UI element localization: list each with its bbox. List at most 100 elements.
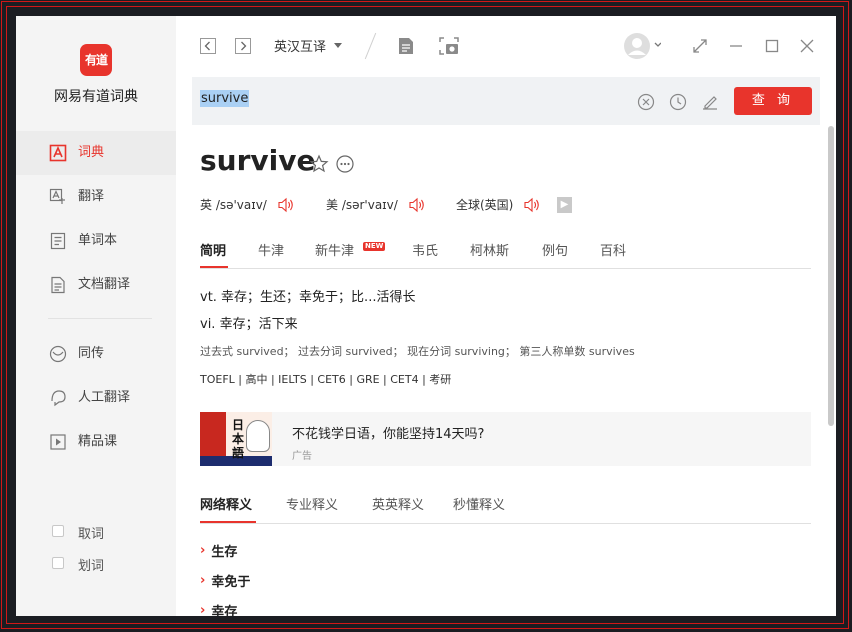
back-button[interactable] (200, 38, 216, 54)
select-word-checkbox[interactable] (52, 557, 64, 569)
tab-webster[interactable]: 韦氏 (412, 240, 438, 259)
pronunciation-global-label: 全球(英国) (456, 198, 514, 212)
pronunciation-us: 美 /sər'vaɪv/ (326, 196, 426, 213)
sidebar-item-course[interactable]: 精品课 (16, 420, 176, 464)
speaker-icon[interactable] (408, 197, 426, 213)
tab-new-oxford[interactable]: 新牛津 (315, 240, 354, 259)
sidebar-item-dictionary[interactable]: 词典 (16, 131, 176, 175)
wordbook-icon (49, 232, 67, 250)
pronunciation-us-label: 美 /sər'vaɪv/ (326, 198, 398, 212)
history-button[interactable] (669, 93, 687, 111)
sidebar-item-label: 文档翻译 (78, 277, 131, 292)
app-name: 网易有道词典 (54, 89, 138, 105)
ad-image: 日本語 (200, 412, 272, 466)
sidebar: 有道 网易有道词典 词典 翻译 单词本 文档翻译 同传 人工翻译 精品课 取词 … (16, 16, 176, 616)
app-logo[interactable]: 有道 (80, 44, 112, 76)
pronunciation-uk-label: 英 /sə'vaɪv/ (200, 198, 267, 212)
definition-vi: vi. 幸存；活下来 (200, 317, 298, 332)
sidebar-item-label: 同传 (78, 346, 105, 361)
sidebar-item-label: 人工翻译 (78, 390, 131, 405)
more-options-icon[interactable] (335, 154, 355, 174)
tab-collins[interactable]: 柯林斯 (470, 240, 509, 259)
select-word-label: 划词 (78, 559, 105, 574)
sidebar-item-label: 单词本 (78, 233, 118, 248)
sidebar-divider (48, 318, 152, 319)
sidebar-item-label: 词典 (78, 145, 105, 160)
definition-source-tabs: 网络释义 专业释义 英英释义 秒懂释义 (200, 492, 811, 524)
chevron-right-icon: › (200, 603, 206, 616)
sidebar-item-label: 翻译 (78, 189, 105, 204)
new-badge: NEW (363, 242, 386, 251)
sidebar-item-simultaneous[interactable]: 同传 (16, 332, 176, 376)
minimize-button[interactable] (728, 38, 744, 54)
web-definition-item[interactable]: › 幸存 (200, 601, 237, 616)
definition-vt: vt. 幸存；生还；幸免于；比...活得长 (200, 290, 416, 305)
dictionary-icon (49, 144, 67, 162)
language-mode-dropdown[interactable]: 英汉互译 (274, 36, 343, 55)
screenshot-translate-button[interactable] (439, 37, 459, 55)
toolbar-separator (364, 32, 377, 60)
pronunciation-global: 全球(英国) (456, 196, 541, 213)
active-tab-indicator (200, 266, 228, 268)
app-window: 有道 网易有道词典 词典 翻译 单词本 文档翻译 同传 人工翻译 精品课 取词 … (16, 16, 836, 616)
web-definition-text: 幸存 (211, 605, 238, 616)
course-icon (49, 433, 67, 451)
human-translate-icon (49, 389, 67, 407)
exam-tags: TOEFL | 高中 | IELTS | CET6 | GRE | CET4 |… (200, 373, 452, 386)
web-definition-item[interactable]: › 生存 (200, 541, 237, 560)
ad-label: 广告 (292, 451, 312, 462)
chevron-down-icon (334, 43, 343, 48)
capture-word-checkbox[interactable] (52, 525, 64, 537)
ad-image-text: 日本語 (232, 418, 245, 460)
notes-button[interactable] (398, 37, 414, 54)
forward-button[interactable] (235, 38, 251, 54)
search-input-value: survive (200, 90, 250, 107)
chevron-right-icon: › (200, 543, 206, 558)
tab-quick-definitions[interactable]: 秒懂释义 (453, 494, 505, 513)
clear-search-button[interactable] (637, 93, 655, 111)
simultaneous-icon (49, 345, 67, 363)
select-word-toggle[interactable]: 划词 (16, 552, 176, 576)
language-mode-label: 英汉互译 (274, 40, 327, 55)
speaker-icon[interactable] (523, 197, 541, 213)
maximize-button[interactable] (764, 38, 780, 54)
translate-icon (49, 188, 67, 206)
tab-encyclopedia[interactable]: 百科 (600, 240, 626, 259)
speaker-icon[interactable] (277, 197, 295, 213)
tab-oxford[interactable]: 牛津 (258, 240, 284, 259)
query-button[interactable]: 查 询 (734, 87, 812, 115)
dictionary-tabs: 简明 牛津 新牛津 NEW 韦氏 柯林斯 例句 百科 (200, 238, 811, 269)
tab-professional-definitions[interactable]: 专业释义 (286, 494, 338, 513)
web-definition-text: 生存 (211, 545, 238, 560)
tab-web-definitions[interactable]: 网络释义 (200, 494, 252, 513)
web-definition-item[interactable]: › 幸免于 (200, 571, 250, 590)
sidebar-item-human-translate[interactable]: 人工翻译 (16, 376, 176, 420)
sidebar-item-label: 精品课 (78, 434, 118, 449)
tab-english-definitions[interactable]: 英英释义 (372, 494, 424, 513)
handwriting-button[interactable] (701, 93, 719, 111)
document-icon (49, 276, 67, 294)
word-forms: 过去式 survived； 过去分词 survived； 现在分词 surviv… (200, 345, 635, 358)
web-definition-text: 幸免于 (211, 575, 251, 590)
sidebar-item-wordbook[interactable]: 单词本 (16, 219, 176, 263)
capture-word-toggle[interactable]: 取词 (16, 520, 176, 544)
sidebar-item-doc-translate[interactable]: 文档翻译 (16, 263, 176, 307)
ad-title: 不花钱学日语，你能坚持14天吗? (292, 427, 485, 442)
pronunciation-uk: 英 /sə'vaɪv/ (200, 196, 295, 213)
tab-concise[interactable]: 简明 (200, 240, 226, 259)
headword: survive (200, 144, 316, 177)
scrollbar-thumb[interactable] (828, 126, 834, 426)
ad-banner[interactable]: 日本語 不花钱学日语，你能坚持14天吗? 广告 (200, 412, 811, 466)
chevron-right-icon[interactable]: ▶ (557, 197, 572, 213)
user-account-button[interactable] (623, 32, 661, 60)
star-icon[interactable] (309, 154, 329, 174)
chevron-right-icon: › (200, 573, 206, 588)
close-button[interactable] (799, 38, 815, 54)
mini-mode-button[interactable] (692, 38, 708, 54)
capture-word-label: 取词 (78, 527, 105, 542)
sidebar-item-translate[interactable]: 翻译 (16, 175, 176, 219)
lucky-cat-icon (246, 420, 270, 452)
tab-examples[interactable]: 例句 (542, 240, 568, 259)
active-subtab-indicator (200, 521, 256, 523)
search-input[interactable]: survive (200, 90, 580, 111)
